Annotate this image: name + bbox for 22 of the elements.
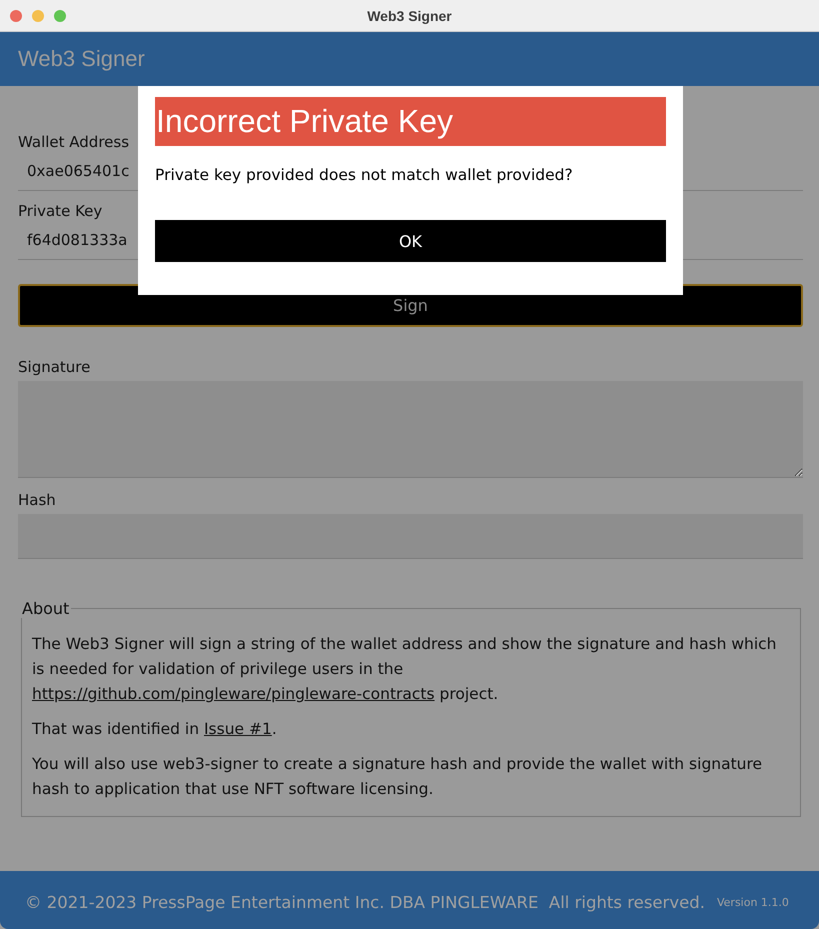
about-paragraph: You will also use web3-signer to create a signature hash and provide the wallet with signature hash to application that use NFT software licensing. [32, 754, 764, 800]
signature-field[interactable] [18, 381, 803, 478]
link[interactable]: Issue #1 [204, 720, 272, 738]
app-title: Web3 Signer [18, 46, 145, 72]
version-text: Version 1.1.0 [716, 896, 789, 908]
about-paragraph: The Web3 Signer will sign a string of the wallet address and show the signature and hash which is needed for validation of privilege users in the https://github.com/pingleware/pingleware-contracts project. [32, 634, 778, 705]
link[interactable]: https://github.com/pingleware/pingleware-contracts [32, 685, 435, 703]
field-label: Signature [18, 357, 92, 377]
minimize-button[interactable] [32, 10, 44, 22]
copyright-text: © 2021-2023 PressPage Entertainment Inc. DBA PINGLEWARE All rights reserved. [25, 892, 705, 912]
close-button[interactable] [10, 10, 22, 22]
zoom-button[interactable] [54, 10, 66, 22]
field-label: Wallet Address [18, 132, 130, 152]
field-label: Private Key [18, 201, 104, 221]
dialog-title: Incorrect Private Key [155, 97, 666, 146]
about-paragraph: That was identified in Issue #1. [32, 719, 278, 740]
field-label: Hash [18, 490, 57, 510]
hash-field[interactable] [18, 514, 803, 559]
window-title: Web3 Signer [367, 8, 452, 24]
dialog-message: Private key provided does not match wallet provided? [155, 166, 574, 186]
about-legend: About [20, 599, 72, 618]
ok-button[interactable]: OK [155, 220, 666, 262]
